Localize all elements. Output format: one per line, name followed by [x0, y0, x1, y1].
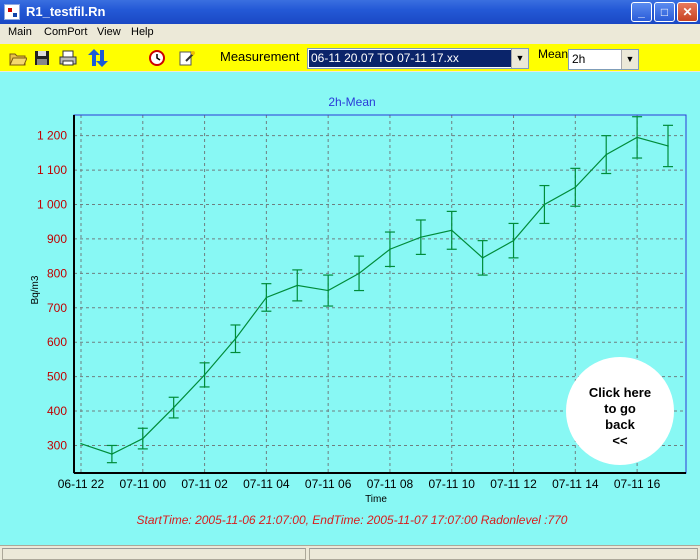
title-bar: R1_testfil.Rn _ □ ✕: [0, 0, 700, 24]
status-pane-2: [309, 548, 698, 560]
data-point: [543, 203, 546, 206]
menu-bar: Main ComPort View Help: [0, 24, 700, 42]
data-point: [574, 186, 577, 189]
y-tick-label: 400: [47, 404, 67, 418]
minimize-button[interactable]: _: [631, 2, 652, 22]
close-button[interactable]: ✕: [677, 2, 698, 22]
data-point: [265, 296, 268, 299]
chevron-down-icon[interactable]: ▼: [621, 50, 638, 69]
data-point: [141, 437, 144, 440]
go-back-line-2: to go: [604, 401, 636, 416]
data-point: [327, 289, 329, 292]
go-back-line-1: Click here: [588, 385, 652, 400]
y-tick-label: 700: [47, 301, 67, 315]
clock-icon[interactable]: [148, 49, 166, 67]
status-pane-1: [2, 548, 306, 560]
x-tick-label: 07-11 04: [243, 477, 290, 491]
data-point: [450, 229, 453, 232]
x-tick-label: 07-11 06: [305, 477, 352, 491]
y-tick-label: 1 000: [37, 198, 67, 212]
mean-label: Mean: [538, 47, 569, 61]
x-tick-label: 07-11 10: [428, 477, 475, 491]
data-point: [636, 136, 638, 139]
go-back-button[interactable]: Click here to go back <<: [566, 357, 674, 465]
mean-value: 2h: [572, 52, 586, 66]
chart-panel: 2h-Mean 300 400 500 600 700 800 900 1 000 1 100 1 …: [0, 72, 700, 545]
go-back-line-4: <<: [612, 433, 628, 448]
y-tick-label: 800: [47, 266, 67, 280]
menu-comport[interactable]: ComPort: [44, 26, 87, 38]
mean-select[interactable]: 2h ▼: [568, 49, 639, 70]
measurement-label: Measurement: [220, 49, 300, 64]
data-point: [512, 239, 515, 242]
x-tick-label: 06-11 22: [58, 477, 105, 491]
y-axis-title: Bq/m3: [30, 275, 41, 304]
data-point: [234, 337, 237, 340]
status-bar: [0, 545, 700, 560]
y-tick-label: 300: [47, 438, 67, 452]
x-axis-title: Time: [365, 494, 387, 505]
menu-help[interactable]: Help: [131, 26, 154, 38]
open-folder-icon[interactable]: [9, 49, 27, 67]
chevron-down-icon[interactable]: ▼: [511, 49, 528, 68]
data-point: [420, 236, 422, 239]
data-point: [358, 272, 360, 275]
measurement-value: 06-11 20.07 TO 07-11 17.xx: [309, 50, 511, 67]
y-tick-label: 600: [47, 335, 67, 349]
print-icon[interactable]: [59, 49, 77, 67]
data-point: [111, 453, 113, 455]
y-tick-label: 1 200: [37, 129, 67, 143]
data-point: [481, 257, 484, 259]
go-back-line-3: back: [605, 417, 635, 432]
transfer-arrows-icon[interactable]: [84, 49, 112, 67]
measurement-select[interactable]: 06-11 20.07 TO 07-11 17.xx ▼: [307, 48, 529, 69]
maximize-button[interactable]: □: [654, 2, 675, 22]
data-point: [172, 406, 175, 409]
x-tick-label: 07-11 02: [181, 477, 228, 491]
chart-title: 2h-Mean: [328, 95, 375, 109]
x-tick-label: 07-11 14: [552, 477, 599, 491]
data-point: [667, 145, 669, 147]
app-icon: [4, 4, 20, 20]
window-title: R1_testfil.Rn: [26, 4, 106, 19]
wizard-icon[interactable]: [178, 49, 196, 67]
data-point: [605, 153, 608, 156]
x-tick-label: 07-11 16: [614, 477, 661, 491]
y-tick-label: 500: [47, 370, 67, 384]
x-tick-label: 07-11 00: [120, 477, 167, 491]
x-tick-label: 07-11 12: [490, 477, 537, 491]
y-tick-label: 1 100: [37, 163, 67, 177]
menu-view[interactable]: View: [97, 26, 121, 38]
save-disk-icon[interactable]: [33, 49, 51, 67]
menu-main[interactable]: Main: [8, 26, 32, 38]
data-point: [203, 374, 206, 376]
y-tick-label: 900: [47, 232, 67, 246]
chart-footer: StartTime: 2005-11-06 21:07:00, EndTime:…: [137, 513, 568, 527]
data-point: [389, 248, 391, 251]
x-tick-label: 07-11 08: [367, 477, 414, 491]
radon-chart: 2h-Mean 300 400 500 600 700 800 900 1 000 1 100 1 …: [30, 95, 687, 527]
data-point: [296, 284, 299, 287]
data-point: [80, 442, 82, 445]
